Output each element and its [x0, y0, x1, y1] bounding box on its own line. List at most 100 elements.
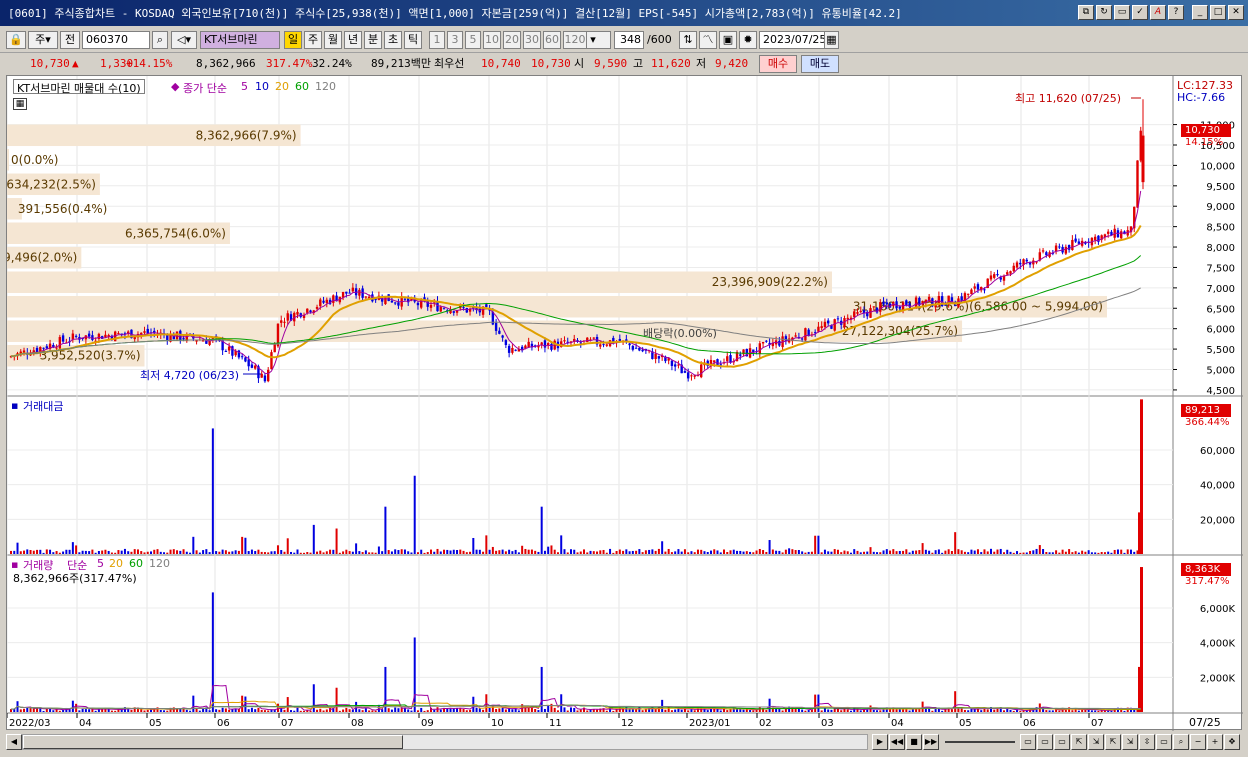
minute-option-7[interactable]: 120 [563, 31, 587, 49]
forward-icon[interactable]: ▶▶ [923, 734, 939, 750]
period-tab-0[interactable]: 일 [284, 31, 302, 49]
all-button[interactable]: 전 [60, 31, 80, 49]
grid-icon[interactable]: ▦ [13, 98, 27, 110]
tool-icon-4[interactable]: ⇱ [1071, 734, 1087, 750]
close-button[interactable]: ✕ [1228, 5, 1244, 20]
scrollbar-track[interactable] [22, 734, 868, 750]
candle-body [592, 337, 595, 339]
minute-option-1[interactable]: 3 [447, 31, 463, 49]
chart-icon[interactable]: ⇅ [679, 31, 697, 49]
maximize-button[interactable]: □ [1210, 5, 1226, 20]
tool-icon-3[interactable]: ▭ [1054, 734, 1070, 750]
tool-icon-5[interactable]: ⇲ [1088, 734, 1104, 750]
stop-icon[interactable]: ■ [906, 734, 922, 750]
volume-bar [110, 710, 113, 712]
period-tab-6[interactable]: 틱 [404, 31, 422, 49]
amount-bar [273, 551, 276, 554]
pan-icon[interactable]: ✥ [1224, 734, 1240, 750]
zoom-reset-icon[interactable]: ⌕ [1173, 734, 1189, 750]
help-icon[interactable]: ? [1168, 5, 1184, 20]
volume-bar [488, 708, 491, 712]
volume-bar [950, 709, 953, 712]
play-icon[interactable]: ▶ [872, 734, 888, 750]
candle-body [494, 322, 498, 331]
amount-bar [1100, 552, 1103, 554]
price-legend-title[interactable]: KT서브마린 매물대 수(10) [13, 79, 145, 95]
candle-body [1041, 250, 1045, 252]
volume-bar [573, 707, 576, 712]
amount-bar [1016, 551, 1019, 554]
amount-bar [289, 551, 292, 554]
amount-bar [1038, 545, 1041, 554]
gear-icon[interactable]: ✹ [739, 31, 757, 49]
link-icon[interactable]: ⧉ [1078, 5, 1094, 20]
tool-icon-7[interactable]: ⇲ [1122, 734, 1138, 750]
volume-bar [863, 709, 866, 712]
minute-option-4[interactable]: 20 [503, 31, 521, 49]
rewind-icon[interactable]: ◀◀ [889, 734, 905, 750]
price-ma-bullet: ◆ [171, 80, 180, 93]
amount-bar [989, 548, 992, 554]
save-icon[interactable]: ▣ [719, 31, 737, 49]
search-icon[interactable]: ⌕ [152, 31, 168, 49]
zoom-slider[interactable] [945, 741, 1015, 743]
code-input[interactable]: 060370 [82, 31, 150, 49]
period-tab-2[interactable]: 월 [324, 31, 342, 49]
amount-bar [521, 545, 524, 554]
candle-body [58, 337, 62, 349]
scrollbar-thumb[interactable] [23, 735, 403, 749]
stock-name[interactable]: KT서브마린 [200, 31, 280, 49]
chart-svg[interactable]: 11,00010,50010,0009,5009,0008,5008,0007,… [7, 76, 1243, 731]
amount-bar [13, 550, 16, 554]
amount-bar [1090, 552, 1093, 554]
amount-bar [706, 551, 709, 554]
volume-bar [908, 710, 911, 712]
zoom-in-icon[interactable]: + [1207, 734, 1223, 750]
sell-button[interactable]: 매도 [801, 55, 839, 73]
volume-bar [231, 709, 234, 712]
minute-option-2[interactable]: 5 [465, 31, 481, 49]
minute-option-6[interactable]: 60 [543, 31, 561, 49]
buy-button[interactable]: 매수 [759, 55, 797, 73]
scroll-left-button[interactable]: ◀ [6, 734, 22, 750]
window-icon[interactable]: ▭ [1114, 5, 1130, 20]
minute-option-0[interactable]: 1 [429, 31, 445, 49]
candle-body [1045, 252, 1048, 256]
tool-icon-1[interactable]: ▭ [1020, 734, 1036, 750]
amount-bar [68, 549, 71, 554]
minimize-button[interactable]: _ [1192, 5, 1208, 20]
minute-option-5[interactable]: 30 [523, 31, 541, 49]
amount-bar [49, 549, 52, 554]
line-icon[interactable]: 〽 [699, 31, 717, 49]
bookmark-icon[interactable]: ✓ [1132, 5, 1148, 20]
minute-option-3[interactable]: 10 [483, 31, 501, 49]
tool-icon-8[interactable]: ⇳ [1139, 734, 1155, 750]
amount-bar [205, 549, 208, 554]
tool-icon-6[interactable]: ⇱ [1105, 734, 1121, 750]
font-icon[interactable]: A [1150, 5, 1166, 20]
volume-bar [866, 709, 869, 712]
calendar-icon[interactable]: ▦ [824, 31, 839, 49]
period-tab-1[interactable]: 주 [304, 31, 322, 49]
amount-bar [638, 549, 641, 554]
tool-icon-9[interactable]: ▭ [1156, 734, 1172, 750]
amount-bar [661, 541, 664, 554]
volume-bar [166, 710, 169, 712]
volume-bar [543, 708, 546, 712]
amount-bar [198, 552, 201, 554]
lock-icon[interactable]: 🔒 [6, 31, 26, 49]
count-input[interactable]: 348 [614, 31, 644, 49]
speaker-icon[interactable]: ◁▾ [171, 31, 197, 49]
type-select[interactable]: 주▾ [28, 31, 58, 49]
tool-icon-2[interactable]: ▭ [1037, 734, 1053, 750]
candle-body [960, 296, 963, 301]
period-tab-4[interactable]: 분 [364, 31, 382, 49]
best-ask: 10,730 [531, 57, 571, 70]
refresh-icon[interactable]: ↻ [1096, 5, 1112, 20]
zoom-out-icon[interactable]: − [1190, 734, 1206, 750]
period-tab-3[interactable]: 년 [344, 31, 362, 49]
volume-bar [605, 710, 608, 712]
amount-bar [1012, 552, 1015, 554]
period-tab-5[interactable]: 초 [384, 31, 402, 49]
candle-body [253, 365, 257, 369]
